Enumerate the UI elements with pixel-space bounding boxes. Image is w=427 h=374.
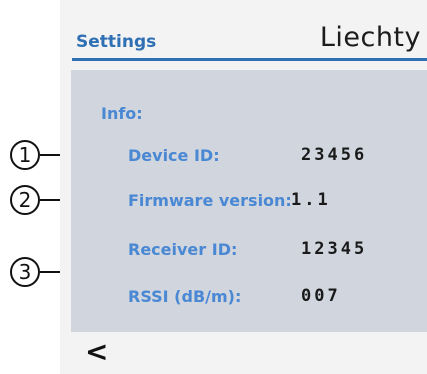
stage: 1 2 3 Settings Liechty Info: Device ID: … [0, 0, 427, 374]
back-button[interactable]: < [85, 338, 108, 366]
device-id-value: 23456 [301, 145, 368, 165]
header: Settings Liechty [60, 0, 427, 62]
callout-3: 3 [10, 257, 40, 287]
rssi-label: RSSI (dB/m): [128, 287, 242, 306]
firmware-version-label: Firmware version: [128, 191, 292, 210]
page-title: Settings [76, 32, 157, 52]
receiver-id-label: Receiver ID: [128, 240, 238, 259]
device-screen: Settings Liechty Info: Device ID: 23456 … [60, 0, 427, 374]
callout-2: 2 [10, 185, 40, 215]
callout-1: 1 [10, 140, 40, 170]
info-section-title: Info: [101, 104, 143, 123]
callout-1-label: 1 [18, 143, 32, 167]
header-divider [72, 58, 427, 61]
callout-2-label: 2 [18, 188, 32, 212]
brand-logo: Liechty [319, 22, 421, 53]
info-panel: Info: Device ID: 23456 Firmware version:… [71, 70, 427, 332]
rssi-value: 007 [301, 286, 341, 306]
receiver-id-value: 12345 [301, 239, 368, 259]
callout-3-label: 3 [18, 260, 32, 284]
firmware-version-value: 1.1 [291, 190, 331, 210]
device-id-label: Device ID: [128, 146, 220, 165]
